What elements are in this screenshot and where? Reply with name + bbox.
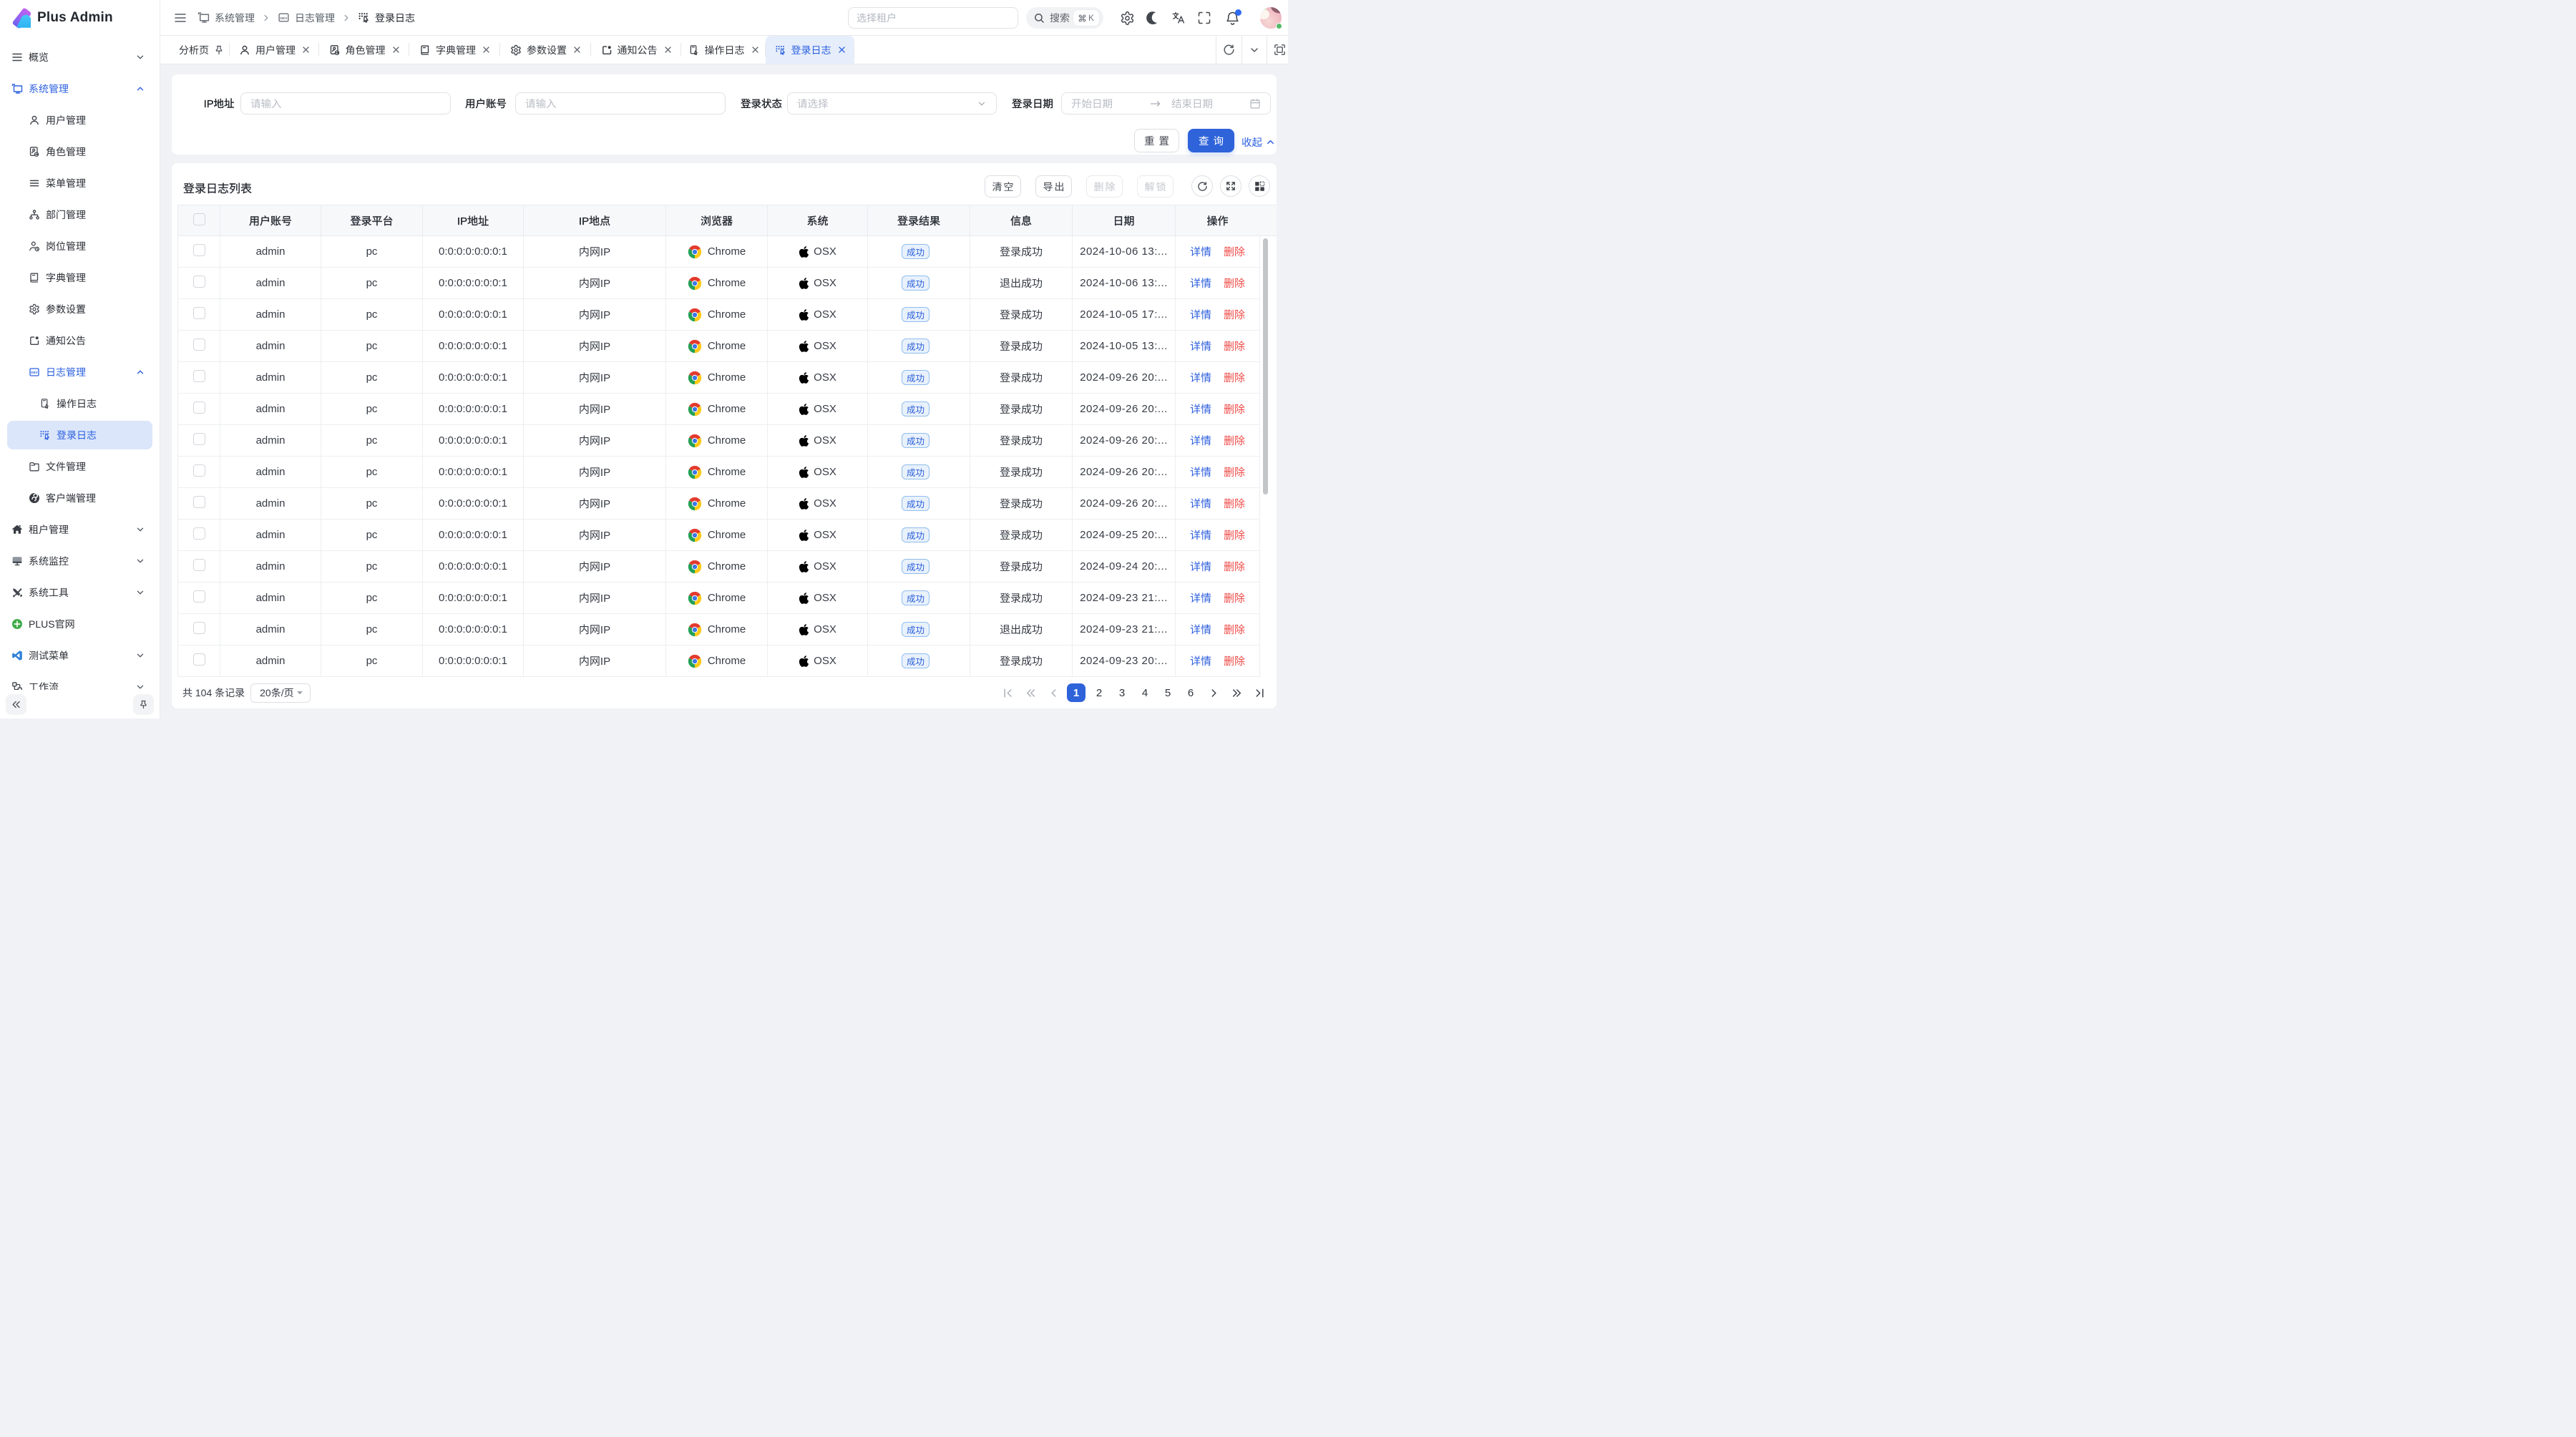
svg-text:DEV: DEV [280, 16, 288, 21]
svg-text:DEV: DEV [31, 371, 38, 374]
